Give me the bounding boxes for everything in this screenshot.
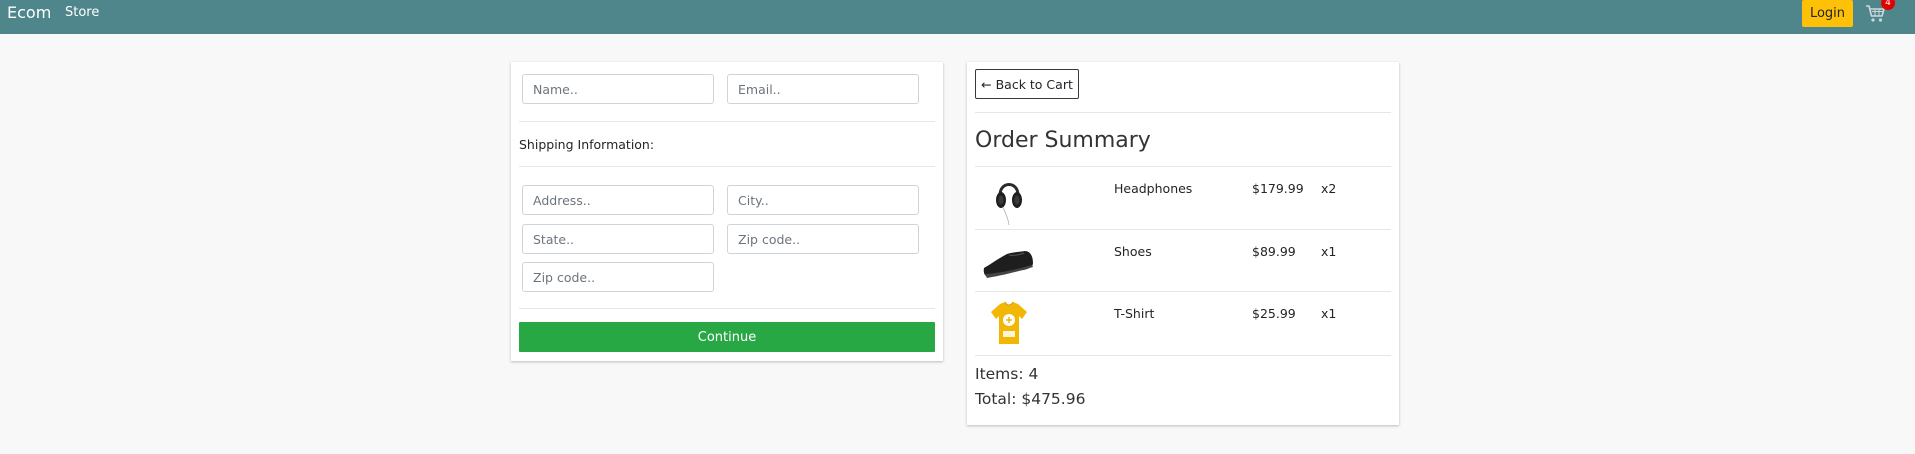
nav-link-store[interactable]: Store [65, 4, 99, 22]
item-quantity: x1 [1321, 306, 1337, 321]
zip-code-field[interactable] [727, 224, 919, 254]
item-price: $25.99 [1252, 306, 1296, 321]
item-name: Shoes [1114, 244, 1152, 259]
item-quantity: x1 [1321, 244, 1337, 259]
cart-count-badge: 4 [1881, 0, 1895, 10]
item-price: $89.99 [1252, 244, 1296, 259]
address-field[interactable] [522, 185, 714, 215]
headphones-image [981, 173, 1037, 226]
top-navbar: Ecom Store Login 4 [0, 0, 1915, 34]
items-count: Items: 4 [975, 365, 1039, 383]
order-item-row: Headphones $179.99 x2 [975, 167, 1391, 229]
divider [519, 166, 935, 167]
back-to-cart-button[interactable]: ← Back to Cart [975, 69, 1079, 99]
name-field[interactable] [522, 74, 714, 104]
shipping-info-label: Shipping Information: [519, 137, 655, 152]
order-item-row: T-Shirt $25.99 x1 [975, 292, 1391, 354]
shoe-image [981, 236, 1037, 288]
divider [975, 355, 1391, 356]
state-field[interactable] [522, 224, 714, 254]
email-field[interactable] [727, 74, 919, 104]
order-summary-title: Order Summary [975, 128, 1151, 153]
item-quantity: x2 [1321, 181, 1337, 196]
brand-logo[interactable]: Ecom [7, 3, 51, 23]
zip-code-field-2[interactable] [522, 262, 714, 292]
login-button[interactable]: Login [1802, 0, 1853, 27]
order-total: Total: $475.96 [975, 390, 1086, 408]
divider [975, 112, 1391, 113]
item-name: T-Shirt [1114, 306, 1155, 321]
order-summary-card: ← Back to Cart Order Summary Headphones … [967, 62, 1399, 425]
divider [519, 121, 935, 122]
continue-button[interactable]: Continue [519, 322, 935, 352]
item-name: Headphones [1114, 181, 1193, 196]
city-field[interactable] [727, 185, 919, 215]
item-price: $179.99 [1252, 181, 1304, 196]
divider [519, 308, 935, 309]
order-item-row: Shoes $89.99 x1 [975, 230, 1391, 292]
tshirt-image [981, 298, 1037, 350]
checkout-form-card: Shipping Information: Continue [511, 62, 943, 361]
